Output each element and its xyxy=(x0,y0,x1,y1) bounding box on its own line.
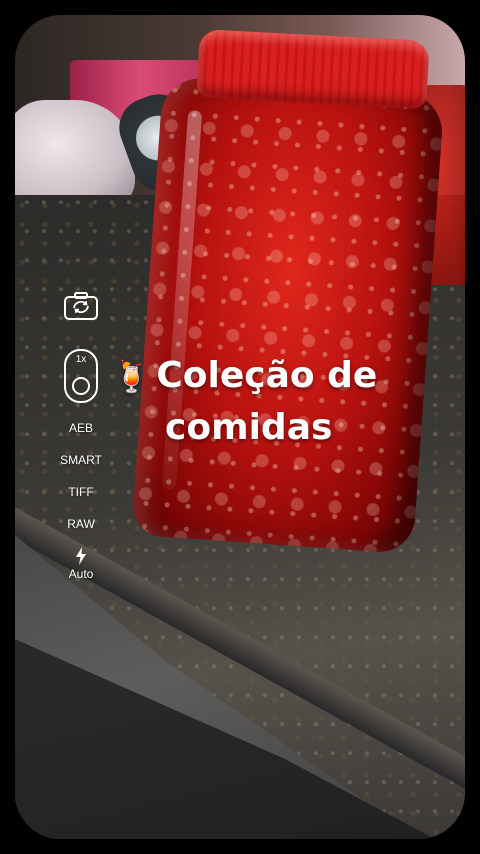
mode-smart[interactable]: SMART xyxy=(51,453,111,467)
zoom-toggle[interactable]: 1x xyxy=(64,349,98,403)
flash-toggle[interactable]: Auto xyxy=(68,547,94,581)
tropical-drink-emoji: 🍹 xyxy=(113,360,151,395)
flash-bolt-icon xyxy=(76,547,86,565)
caption-line-2: comidas xyxy=(165,407,333,448)
mode-tiff[interactable]: TIFF xyxy=(51,485,111,499)
jar-lid xyxy=(196,29,430,109)
camera-viewfinder[interactable]: 1x AEB SMART TIFF RAW Auto 🍹 Coleção de c… xyxy=(15,15,465,839)
zoom-level: 1x xyxy=(75,354,87,365)
lens-zoom-icon xyxy=(72,377,90,395)
caption-line-1: Coleção de xyxy=(156,355,378,396)
caption-overlay: 🍹 Coleção de comidas xyxy=(113,351,443,453)
background-towel xyxy=(15,100,135,210)
camera-flip-icon[interactable] xyxy=(63,291,99,321)
mode-raw[interactable]: RAW xyxy=(51,517,111,531)
camera-controls: 1x AEB SMART TIFF RAW Auto xyxy=(55,287,107,581)
flash-mode-label: Auto xyxy=(68,567,94,581)
mode-aeb[interactable]: AEB xyxy=(51,421,111,435)
